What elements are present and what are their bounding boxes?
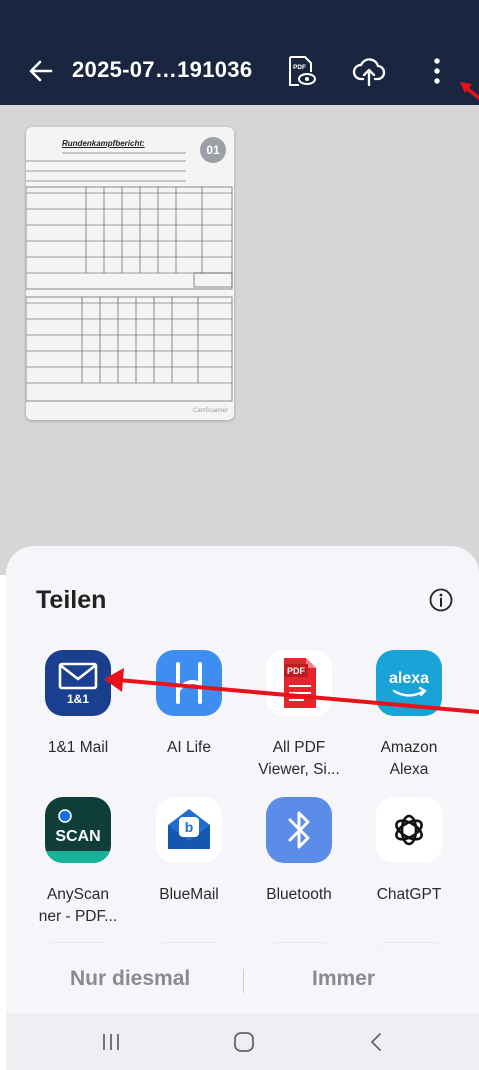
info-icon[interactable]: [428, 587, 454, 613]
alexa-icon: alexa: [376, 650, 442, 716]
bluetooth-icon: [266, 797, 332, 863]
pdf-badge-text: PDF: [287, 666, 306, 676]
next-row-icon-hint: [45, 942, 113, 953]
actions-divider: [243, 969, 244, 993]
anyscan-icon: SCAN: [45, 797, 111, 863]
just-once-button[interactable]: Nur diesmal: [70, 967, 190, 991]
mail-brand-text: 1&1: [67, 692, 89, 706]
scanned-form-image: [26, 152, 233, 402]
recents-icon[interactable]: [98, 1031, 124, 1053]
share-target-1und1-mail[interactable]: 1&1 1&1 Mail: [23, 650, 133, 759]
share-target-ai-life[interactable]: AI Life: [134, 650, 244, 759]
page-thumbnail[interactable]: Rundenkampfbericht: 01 CamScanner: [26, 127, 234, 420]
share-target-label: AI Life: [167, 739, 211, 756]
pdf-eye-icon[interactable]: PDF: [284, 54, 318, 88]
share-sheet-title: Teilen: [36, 586, 107, 614]
share-target-anyscan[interactable]: SCAN AnyScan ner - PDF...: [23, 797, 133, 928]
document-title: 2025-07…191036: [72, 57, 253, 82]
share-target-label: Amazon Alexa: [380, 739, 438, 778]
bluemail-icon: b: [156, 797, 222, 863]
svg-text:b: b: [185, 819, 194, 835]
next-row-icon-hint: [376, 942, 444, 953]
annotation-arrow-top: [460, 82, 479, 100]
scan-text: SCAN: [55, 828, 100, 845]
share-target-bluetooth[interactable]: Bluetooth: [244, 797, 354, 906]
next-row-icon-hint: [156, 942, 224, 953]
arrow-left-icon[interactable]: [26, 56, 56, 86]
1und1-mail-icon: 1&1: [45, 650, 111, 716]
share-target-label: Bluetooth: [266, 886, 332, 903]
more-vert-icon[interactable]: [424, 54, 450, 88]
alexa-text: alexa: [389, 670, 429, 687]
page-number-badge: 01: [200, 137, 226, 163]
pdf-eye-icon-text: PDF: [293, 64, 306, 71]
top-app-bar: 2025-07…191036 PDF: [0, 0, 479, 105]
system-nav-bar: [6, 1013, 479, 1070]
share-target-label: 1&1 Mail: [47, 739, 109, 756]
always-button[interactable]: Immer: [312, 967, 375, 991]
ai-life-icon: [156, 650, 222, 716]
form-heading: Rundenkampfbericht:: [62, 139, 145, 148]
share-target-all-pdf[interactable]: PDF All PDF Viewer, Si...: [244, 650, 354, 781]
chatgpt-icon: [376, 797, 442, 863]
share-target-chatgpt[interactable]: ChatGPT: [354, 797, 464, 906]
share-target-amazon-alexa[interactable]: alexa Amazon Alexa: [354, 650, 464, 781]
share-target-label: BlueMail: [159, 886, 219, 903]
cloud-upload-icon[interactable]: [352, 54, 386, 88]
share-target-label: All PDF Viewer, Si...: [258, 739, 340, 778]
all-pdf-icon: PDF: [266, 650, 332, 716]
share-target-bluemail[interactable]: b BlueMail: [134, 797, 244, 906]
home-icon[interactable]: [232, 1031, 256, 1053]
share-actions: Nur diesmal Immer: [6, 955, 479, 1010]
scanner-watermark: CamScanner: [192, 408, 228, 414]
share-target-label: ChatGPT: [376, 886, 442, 903]
next-row-icon-hint: [266, 942, 334, 953]
nav-back-icon[interactable]: [366, 1031, 386, 1053]
share-target-label: AnyScan ner - PDF...: [38, 886, 118, 925]
